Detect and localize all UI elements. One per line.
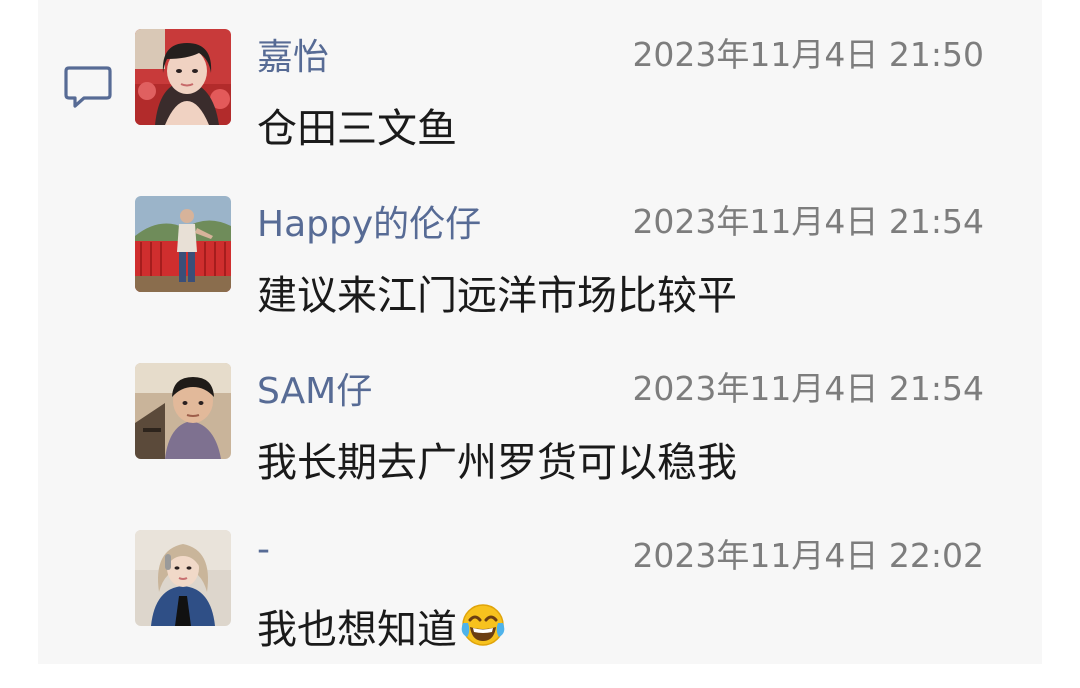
comment-text: 我长期去广州罗货可以稳我: [257, 440, 737, 486]
comment-text: 仓田三文鱼: [257, 106, 457, 152]
avatar[interactable]: [135, 196, 231, 292]
commenter-name[interactable]: SAM仔: [257, 362, 372, 414]
avatar[interactable]: [135, 29, 231, 125]
comment-text: 我也想知道: [257, 597, 507, 659]
avatar[interactable]: [135, 363, 231, 459]
comment-item[interactable]: - 2023年11月4日 22:02 我也想知道: [0, 501, 1080, 667]
commenter-name[interactable]: -: [257, 529, 270, 570]
comment-timestamp: 2023年11月4日 21:54: [632, 369, 984, 408]
comment-timestamp: 2023年11月4日 22:02: [632, 536, 984, 575]
comment-item[interactable]: 嘉怡 2023年11月4日 21:50 仓田三文鱼: [0, 0, 1080, 166]
avatar[interactable]: [135, 530, 231, 626]
comment-timestamp: 2023年11月4日 21:50: [632, 35, 984, 74]
comment-item[interactable]: SAM仔 2023年11月4日 21:54 我长期去广州罗货可以稳我: [0, 334, 1080, 500]
comment-text-content: 我也想知道: [257, 607, 457, 653]
tears-of-joy-emoji: [459, 601, 507, 659]
comment-timestamp: 2023年11月4日 21:54: [632, 202, 984, 241]
comment-item[interactable]: Happy的伦仔 2023年11月4日 21:54 建议来江门远洋市场比较平: [0, 167, 1080, 333]
commenter-name[interactable]: Happy的伦仔: [257, 195, 481, 247]
comment-text: 建议来江门远洋市场比较平: [257, 273, 737, 319]
commenter-name[interactable]: 嘉怡: [257, 28, 329, 80]
